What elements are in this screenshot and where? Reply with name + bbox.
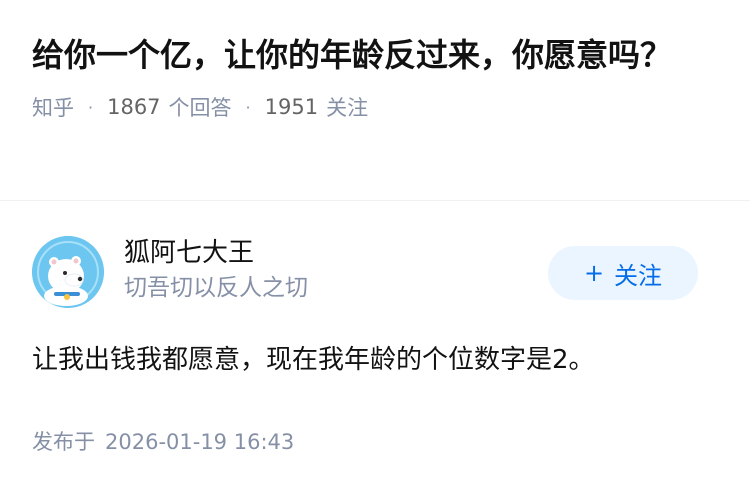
answer-count: 1867 xyxy=(107,95,161,119)
avatar[interactable] xyxy=(32,236,104,308)
publish-label: 发布于 xyxy=(32,430,95,454)
question-header: 给你一个亿，让你的年龄反过来，你愿意吗？ 知乎 · 1867 个回答 · 195… xyxy=(32,32,712,122)
answer-count-label: 个回答 xyxy=(168,96,232,120)
plus-icon: + xyxy=(583,259,605,287)
follower-count: 1951 xyxy=(264,95,319,119)
answer-card: 狐阿七大王 切吾切以反人之切 + 关注 让我出钱我都愿意，现在我年龄的个位数字是… xyxy=(32,234,718,456)
meta-separator: · xyxy=(88,97,94,117)
author-info: 狐阿七大王 切吾切以反人之切 xyxy=(124,234,308,304)
follow-button-label: 关注 xyxy=(614,261,663,290)
question-meta: 知乎 · 1867 个回答 · 1951 关注 xyxy=(32,92,712,122)
meta-separator: · xyxy=(245,97,251,117)
follow-button[interactable]: + 关注 xyxy=(548,246,698,300)
follower-count-label: 关注 xyxy=(326,96,369,120)
source-label[interactable]: 知乎 xyxy=(32,92,74,122)
question-title[interactable]: 给你一个亿，让你的年龄反过来，你愿意吗？ xyxy=(32,32,712,78)
author-bio: 切吾切以反人之切 xyxy=(124,275,308,301)
section-divider xyxy=(0,200,750,201)
publish-time: 2026-01-19 16:43 xyxy=(105,430,295,454)
publish-info: 发布于 2026-01-19 16:43 xyxy=(32,426,718,456)
author-row: 狐阿七大王 切吾切以反人之切 + 关注 xyxy=(32,234,718,310)
avatar-polar-bear-icon xyxy=(32,236,104,308)
author-name[interactable]: 狐阿七大王 xyxy=(124,234,308,272)
answer-content[interactable]: 让我出钱我都愿意，现在我年龄的个位数字是2。 xyxy=(32,340,718,380)
